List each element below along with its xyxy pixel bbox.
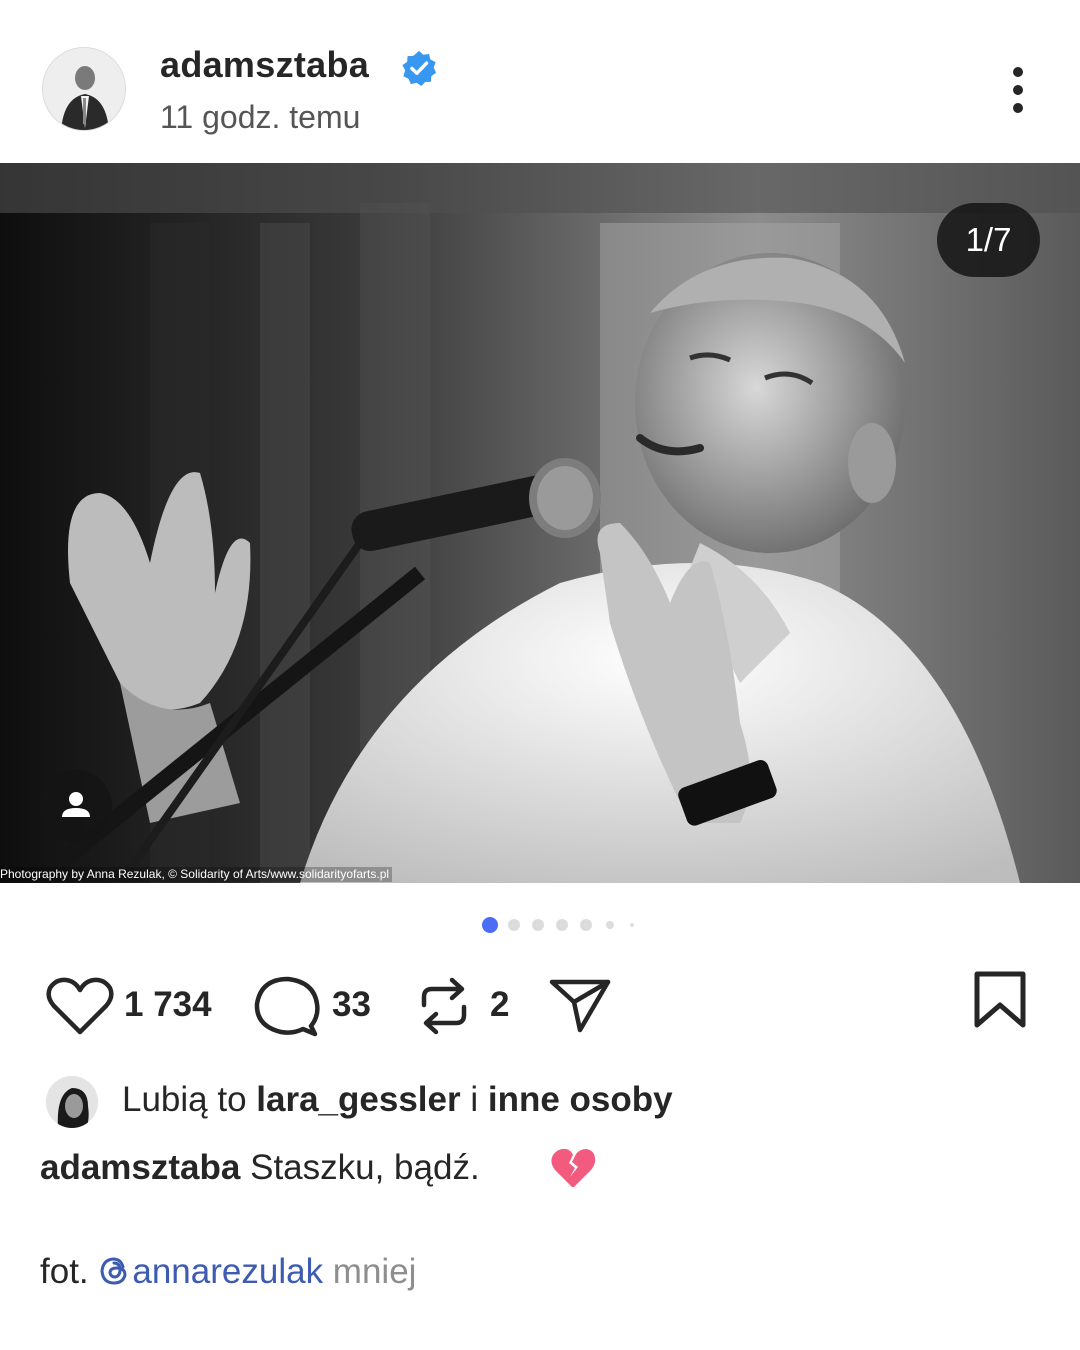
avatar-image bbox=[43, 48, 125, 130]
photo-singer bbox=[0, 163, 1080, 883]
post-header: adamsztaba 11 godz. temu bbox=[0, 0, 1080, 163]
liked-by-avatar-image bbox=[46, 1076, 98, 1128]
likes-count[interactable]: 1 734 bbox=[124, 985, 212, 1025]
post-username[interactable]: adamsztaba bbox=[160, 44, 369, 86]
caption-text: Staszku, bądź. bbox=[240, 1148, 480, 1187]
post-caption: adamsztaba Staszku, bądź. bbox=[40, 1148, 480, 1188]
liked-by-text: Lubią to lara_gessler i inne osoby bbox=[122, 1080, 673, 1120]
post-time: 11 godz. temu bbox=[160, 99, 361, 135]
carousel-dot-active bbox=[482, 917, 498, 933]
repost-icon[interactable] bbox=[416, 975, 472, 1037]
carousel-dot bbox=[606, 921, 614, 929]
person-tag-icon bbox=[62, 792, 90, 817]
post-photo[interactable]: 1/7 Photography by Anna Rezulak, © Solid… bbox=[0, 163, 1080, 883]
liked-by-user[interactable]: lara_gessler bbox=[256, 1080, 460, 1119]
carousel-counter: 1/7 bbox=[937, 203, 1040, 277]
send-icon[interactable] bbox=[548, 976, 612, 1034]
photo-credit-watermark: Photography by Anna Rezulak, © Solidarit… bbox=[0, 867, 393, 882]
mention-link[interactable]: annarezulak bbox=[98, 1252, 323, 1291]
liked-by-others[interactable]: inne osoby bbox=[488, 1080, 673, 1119]
comment-icon[interactable] bbox=[253, 974, 321, 1040]
broken-heart-emoji bbox=[551, 1148, 596, 1187]
caption-username[interactable]: adamsztaba bbox=[40, 1148, 240, 1187]
carousel-dot bbox=[630, 923, 634, 927]
mention-username[interactable]: annarezulak bbox=[132, 1252, 323, 1291]
liked-by-avatar[interactable] bbox=[46, 1076, 98, 1128]
carousel-dot bbox=[580, 919, 592, 931]
less-button[interactable]: mniej bbox=[323, 1252, 417, 1291]
carousel-dot bbox=[556, 919, 568, 931]
liked-by-middle: i bbox=[460, 1080, 488, 1119]
reposts-count[interactable]: 2 bbox=[490, 985, 509, 1025]
user-avatar[interactable] bbox=[42, 47, 126, 131]
carousel-dot bbox=[508, 919, 520, 931]
credit-prefix: fot. bbox=[40, 1252, 99, 1291]
comments-count[interactable]: 33 bbox=[332, 985, 371, 1025]
photo-credit-line: fot. annarezulak mniej bbox=[40, 1252, 416, 1292]
carousel-dot bbox=[532, 919, 544, 931]
liked-by-prefix: Lubią to bbox=[122, 1080, 257, 1119]
heart-icon[interactable] bbox=[46, 977, 114, 1037]
carousel-indicator bbox=[482, 917, 642, 933]
bookmark-icon[interactable] bbox=[972, 970, 1028, 1030]
more-vertical-icon[interactable] bbox=[996, 62, 1040, 122]
verified-badge-icon bbox=[402, 50, 437, 87]
threads-icon bbox=[100, 1257, 127, 1285]
tagged-people-button[interactable] bbox=[40, 770, 112, 842]
